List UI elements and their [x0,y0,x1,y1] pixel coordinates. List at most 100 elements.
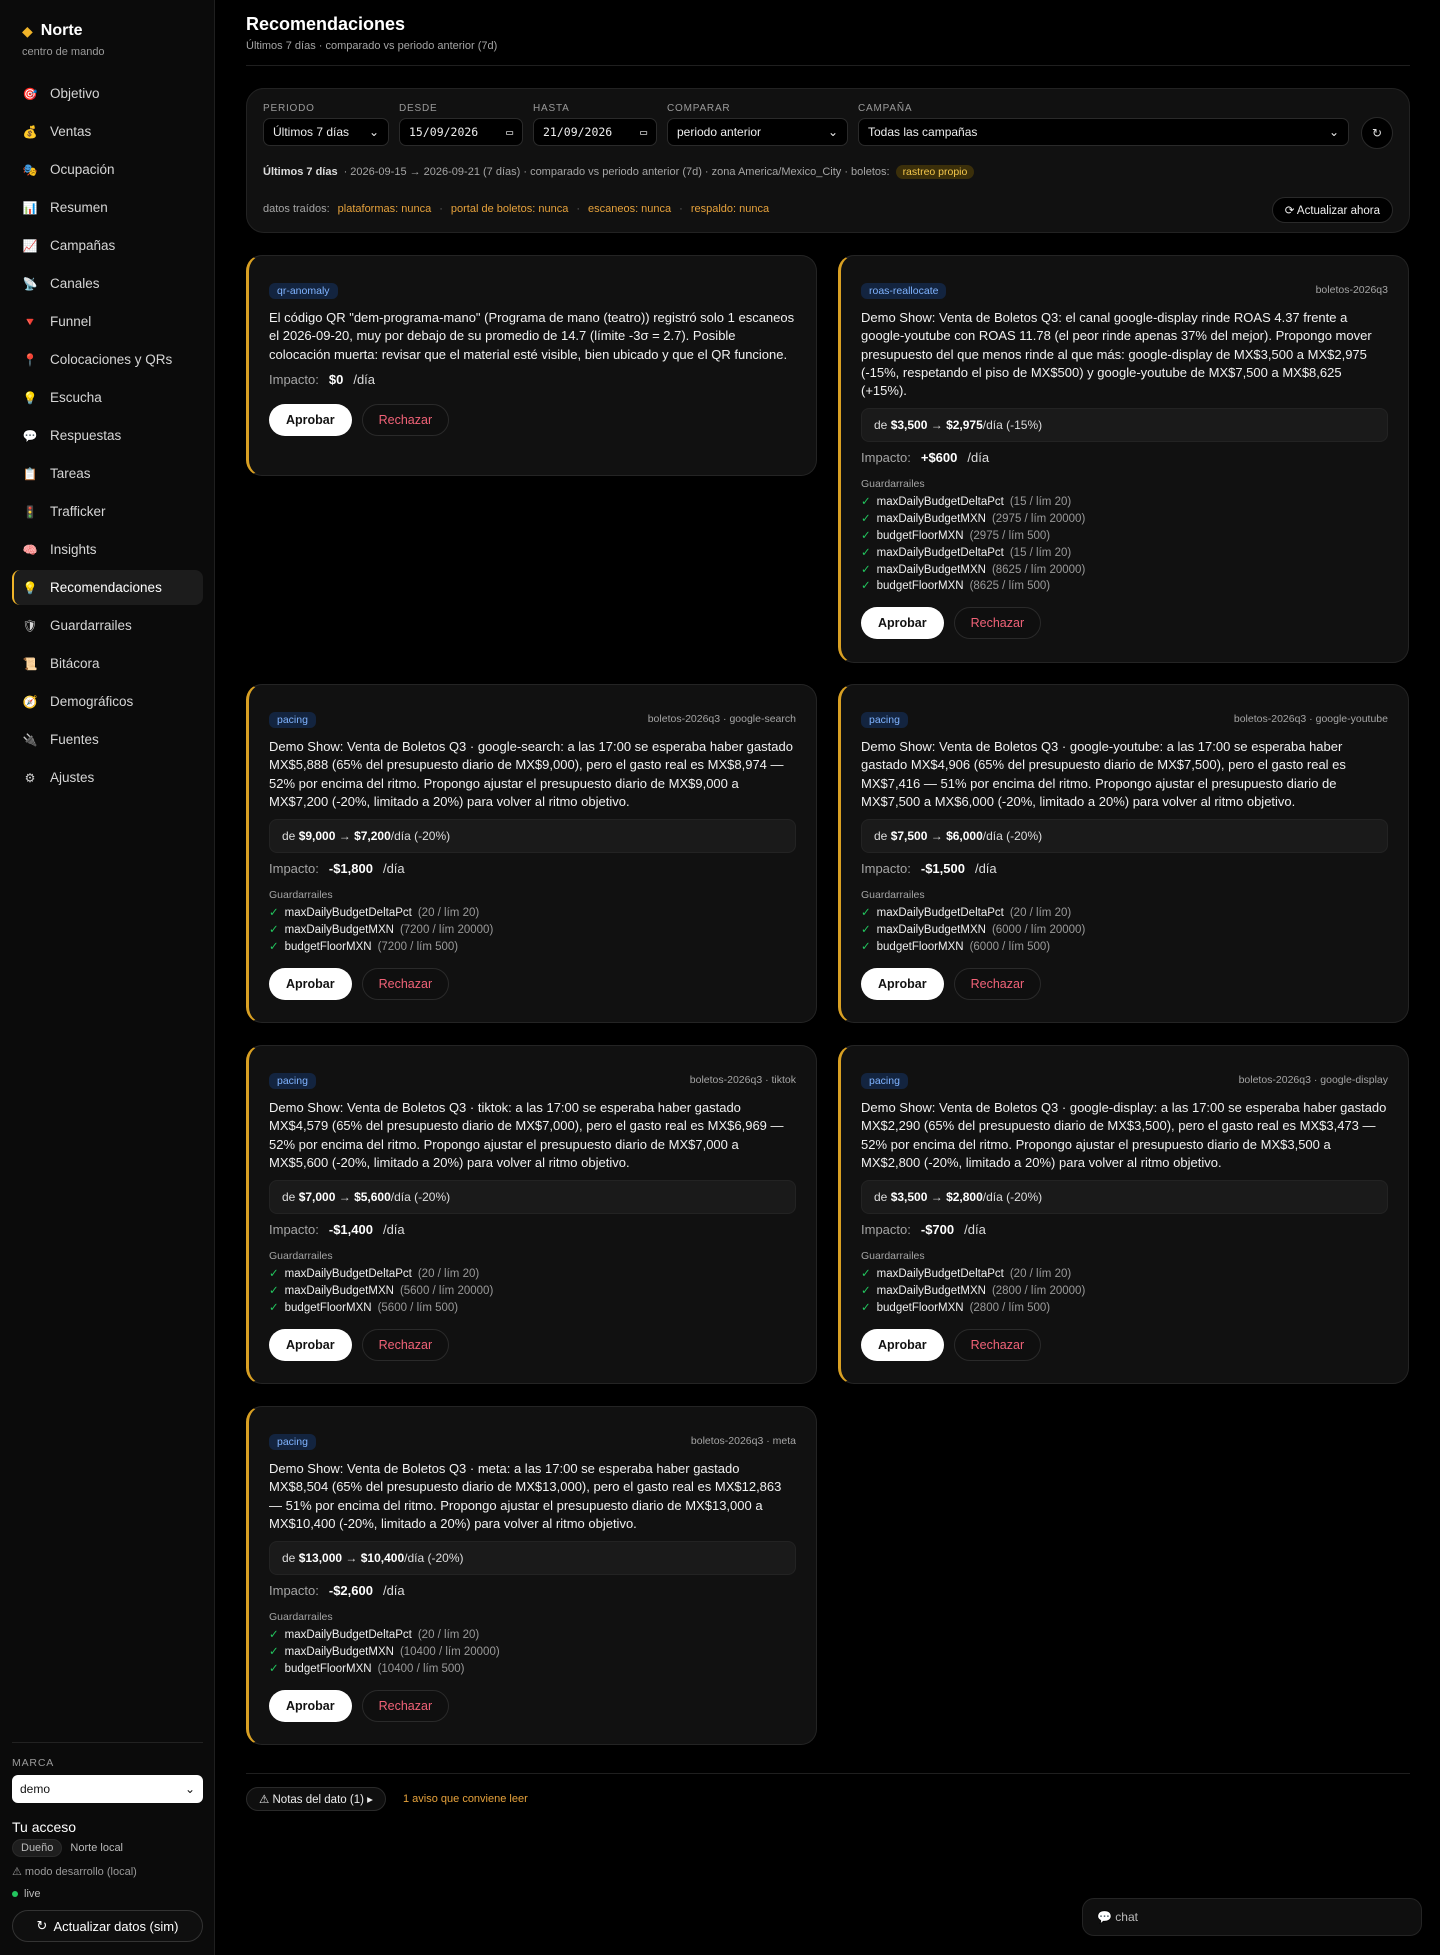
nav-icon: 📡 [22,276,38,291]
approve-button[interactable]: Aprobar [269,1328,352,1361]
simulate-update-button[interactable]: ↻ Actualizar datos (sim) [12,1910,203,1942]
recommendation-description: Demo Show: Venta de Boletos Q3 · google-… [861,1100,1387,1170]
check-icon: ✓ [861,1301,871,1314]
sidebar-item-colocaciones-y-qrs[interactable]: 📍 Colocaciones y QRs [12,342,203,377]
reject-button[interactable]: Rechazar [361,1328,450,1361]
card-actions: Aprobar Rechazar [861,967,1388,1000]
guardrail-name: maxDailyBudgetMXN [876,923,986,936]
impact-row: Impacto: -$700/día [861,1222,1388,1242]
sidebar-item-label: Ocupación [50,162,115,177]
card-actions: Aprobar Rechazar [861,607,1388,640]
org-name: Norte local [70,1842,123,1854]
desde-date-input[interactable]: 15/09/2026 ▭ [399,118,523,146]
data-notes-button[interactable]: ⚠ Notas del dato (1) ▸ [246,1787,386,1811]
sidebar-item-guardarrailes[interactable]: 🛡 Guardarrailes [12,608,203,643]
update-now-button[interactable]: ⟳ Actualizar ahora [1271,197,1393,223]
budget-change: de $3,500 → $2,975/día (-15%) [861,408,1388,443]
nav-icon: 🎭 [22,162,38,177]
sidebar-item-canales[interactable]: 📡 Canales [12,266,203,301]
nav-icon: 🚦 [22,504,38,519]
approve-button[interactable]: Aprobar [269,1689,352,1722]
campaign-reference: boletos-2026q3 · google-search [647,713,796,725]
guardrail-row: ✓ budgetFloorMXN (5600 / lím 500) [269,1300,796,1317]
guardrail-row: ✓ budgetFloorMXN (6000 / lím 500) [861,939,1388,956]
guardrail-meta: (2975 / lím 500) [969,530,1051,543]
impact-unit: /día [967,450,990,466]
sidebar-item-demográficos[interactable]: 🧭 Demográficos [12,684,203,719]
guardrail-row: ✓ maxDailyBudgetMXN (8625 / lím 20000) [861,562,1388,579]
budget-suffix: /día (-20%) [982,1190,1043,1205]
sidebar-item-recomendaciones[interactable]: 💡 Recomendaciones [12,570,203,605]
sidebar-item-respuestas[interactable]: 💬 Respuestas [12,418,203,453]
marca-select[interactable]: demo ⌄ [12,1775,203,1803]
impact-value: -$1,800 [328,861,373,877]
sidebar-item-funnel[interactable]: 🔻 Funnel [12,304,203,339]
sidebar-item-campañas[interactable]: 📈 Campañas [12,228,203,263]
budget-from: $3,500 [890,418,928,433]
recommendation-card: pacing boletos-2026q3 · meta Demo Show: Ve… [246,1406,817,1745]
reject-button[interactable]: Rechazar [361,1689,450,1722]
campana-select[interactable]: Todas las campañas ⌄ [858,118,1349,146]
sidebar-item-resumen[interactable]: 📊 Resumen [12,190,203,225]
recommendation-card: pacing boletos-2026q3 · google-search Demo… [246,684,817,1023]
campaign-reference: boletos-2026q3 · tiktok [689,1074,796,1086]
impact-unit: /día [964,1222,986,1238]
sidebar-item-fuentes[interactable]: 🔌 Fuentes [12,722,203,757]
calendar-icon[interactable]: ▭ [640,125,647,139]
chat-input[interactable]: 💬 chat [1082,1898,1422,1936]
budget-to: $6,000 [946,829,983,844]
comparar-select[interactable]: periodo anterior ⌄ [667,118,848,146]
hasta-date-input[interactable]: 21/09/2026 ▭ [533,118,657,146]
sidebar-item-ocupación[interactable]: 🎭 Ocupación [12,152,203,187]
brand[interactable]: ◆ Norte centro de mando [22,22,105,58]
impact-value: -$1,500 [920,861,965,877]
reject-button[interactable]: Rechazar [361,403,450,436]
impact-unit: /día [382,1222,405,1238]
check-icon: ✓ [861,530,871,543]
sidebar-item-label: Trafficker [50,504,106,519]
notes-warning[interactable]: 1 aviso que conviene leer [403,1793,528,1805]
check-icon: ✓ [269,923,279,936]
guardrail-meta: (2800 / lím 20000) [991,1284,1086,1297]
approve-button[interactable]: Aprobar [861,607,944,640]
approve-button[interactable]: Aprobar [269,967,352,1000]
sidebar-item-insights[interactable]: 🧠 Insights [12,532,203,567]
reject-button[interactable]: Rechazar [953,967,1042,1000]
sidebar-item-escucha[interactable]: 💡 Escucha [12,380,203,415]
campaign-reference: boletos-2026q3 · google-display [1238,1074,1388,1086]
sidebar-item-tareas[interactable]: 📋 Tareas [12,456,203,491]
nav-icon: 📋 [22,466,38,481]
periodo-select[interactable]: Últimos 7 días ⌄ [263,118,389,146]
reject-button[interactable]: Rechazar [953,607,1042,640]
summary-text: · 2026-09-15 → 2026-09-21 (7 días) · com… [343,166,890,178]
impact-label: Impacto: [861,861,911,877]
budget-from: $7,000 [298,1190,336,1205]
calendar-icon[interactable]: ▭ [506,125,513,139]
sidebar-item-ventas[interactable]: 💰 Ventas [12,114,203,149]
sidebar-item-trafficker[interactable]: 🚦 Trafficker [12,494,203,529]
approve-button[interactable]: Aprobar [861,967,944,1000]
check-icon: ✓ [861,563,871,576]
guardrail-name: maxDailyBudgetDeltaPct [284,1629,412,1642]
sidebar-item-objetivo[interactable]: 🎯 Objetivo [12,76,203,111]
guardrail-meta: (8625 / lím 20000) [991,563,1086,576]
check-icon: ✓ [861,940,871,953]
budget-from: $13,000 [298,1551,343,1566]
check-icon: ✓ [269,940,279,953]
hasta-label: HASTA [533,103,570,114]
reject-button[interactable]: Rechazar [953,1328,1042,1361]
chevron-down-icon: ⌄ [827,125,838,139]
sidebar-item-ajustes[interactable]: ⚙ Ajustes [12,760,203,795]
approve-button[interactable]: Aprobar [269,403,352,436]
guardrail-row: ✓ maxDailyBudgetDeltaPct (20 / lím 20) [269,905,796,922]
approve-button[interactable]: Aprobar [861,1328,944,1361]
guardrail-row: ✓ budgetFloorMXN (10400 / lím 500) [269,1661,796,1678]
check-icon: ✓ [269,1662,279,1675]
refresh-icon: ↻ [1371,126,1383,140]
guardrail-name: maxDailyBudgetDeltaPct [876,1268,1004,1281]
guardrail-row: ✓ maxDailyBudgetDeltaPct (20 / lím 20) [861,1266,1388,1283]
sidebar-item-bitácora[interactable]: 📜 Bitácora [12,646,203,681]
reject-button[interactable]: Rechazar [361,967,450,1000]
nav-icon: 💰 [22,124,38,139]
refresh-button[interactable]: ↻ [1361,117,1393,149]
